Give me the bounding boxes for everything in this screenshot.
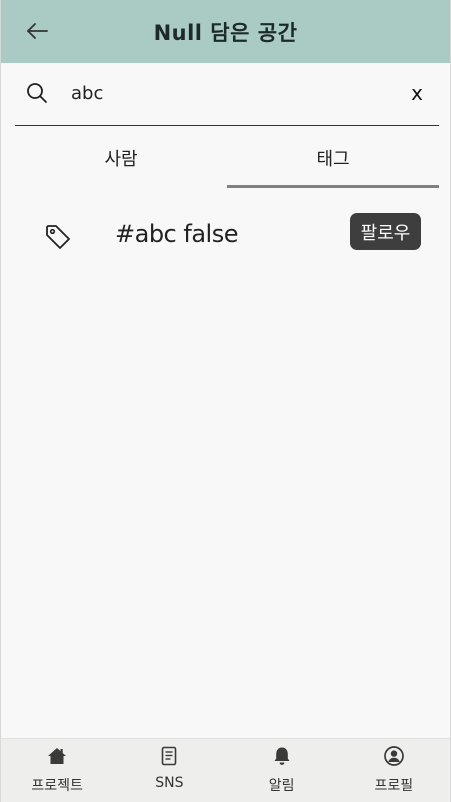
page-title: Null 담은 공간: [153, 20, 298, 45]
search-input[interactable]: [71, 77, 391, 109]
back-button[interactable]: [23, 17, 51, 45]
bottom-nav: 프로젝트 SNS 알림 프로필: [1, 738, 450, 802]
bell-icon: [274, 747, 290, 765]
nav-item-notifications[interactable]: 알림: [226, 739, 338, 802]
follow-button[interactable]: 팔로우: [350, 213, 421, 250]
nav-item-profile[interactable]: 프로필: [338, 739, 450, 802]
nav-item-sns[interactable]: SNS: [113, 739, 225, 802]
nav-item-project[interactable]: 프로젝트: [1, 739, 113, 802]
user-circle-icon: [384, 746, 404, 766]
nav-label: 알림: [268, 778, 295, 794]
app-root: Null 담은 공간 x 사람 태그 #abc false 팔로우 프로젝트: [0, 0, 451, 802]
nav-label: SNS: [155, 775, 184, 791]
clear-search-button[interactable]: x: [407, 79, 427, 107]
search-bar: x: [15, 63, 439, 126]
nav-label: 프로필: [374, 778, 414, 794]
arrow-left-icon: [27, 23, 48, 39]
search-icon: [27, 83, 47, 103]
home-icon: [48, 748, 67, 764]
list-item[interactable]: #abc false 팔로우: [1, 200, 451, 272]
tab-tags[interactable]: 태그: [227, 127, 439, 188]
search-tabs: 사람 태그: [15, 127, 439, 188]
tag-name: #abc false: [115, 220, 238, 248]
app-header: Null 담은 공간: [1, 0, 450, 63]
nav-label: 프로젝트: [31, 778, 83, 794]
tag-icon: [46, 225, 70, 249]
tab-people[interactable]: 사람: [15, 127, 227, 188]
document-icon: [162, 746, 177, 766]
